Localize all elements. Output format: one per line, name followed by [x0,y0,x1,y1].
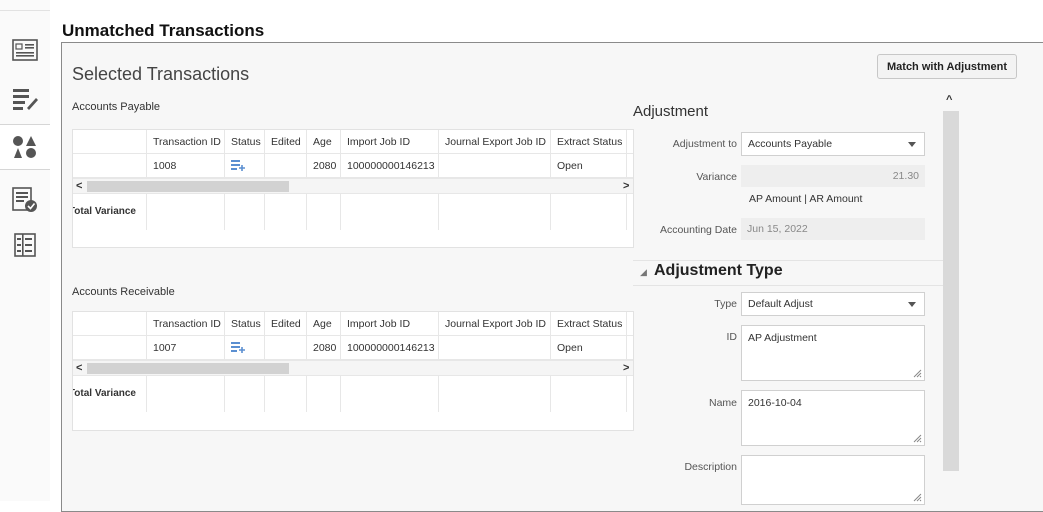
adjustment-type-heading[interactable]: Adjustment Type [654,262,783,280]
scroll-left-icon[interactable]: < [76,361,82,376]
selected-transactions-title: Selected Transactions [72,64,250,84]
import-job-id-cell: 100000000146213 [341,336,439,359]
age-cell: 2080 [307,154,341,177]
edited-cell [265,154,307,177]
name-label: Name [708,397,737,409]
transaction-id-cell: 1007 [147,336,225,359]
table-header-row: Transaction ID Status Edited Age Import … [73,130,633,154]
journal-export-job-id-cell [439,336,551,359]
transaction-id-cell: 1008 [147,154,225,177]
chevron-down-icon [908,302,916,307]
status-cell [225,336,265,359]
description-label: Description [684,461,737,473]
horizontal-scrollbar[interactable]: < > [73,360,633,376]
accounts-receivable-table: Transaction ID Status Edited Age Import … [72,311,634,431]
import-job-id-cell: 100000000146213 [341,154,439,177]
table-row[interactable]: 1007 2080 100000000146213 Open ( [73,336,633,360]
side-rail [0,0,50,501]
resize-grip-icon[interactable] [912,368,922,378]
match-with-adjustment-button[interactable]: Match with Adjustment [877,54,1017,79]
status-details-icon[interactable] [231,341,245,354]
col-age[interactable]: Age [307,130,341,153]
accounting-date-value: Jun 15, 2022 [741,218,925,240]
list-tree-icon[interactable] [4,225,46,265]
id-label: ID [726,331,738,343]
page-title: Unmatched Transactions [62,21,265,40]
col-journal-export-job-id[interactable]: Journal Export Job ID [439,312,551,335]
type-label: Type [714,298,737,310]
adjustment-to-select[interactable]: Accounts Payable [741,132,925,156]
col-transaction-id[interactable]: Transaction ID [147,130,225,153]
col-journal-export-job-id[interactable]: Journal Export Job ID [439,130,551,153]
variance-label: Variance [696,171,737,183]
variance-value: 21.30 [741,165,925,187]
accounts-payable-table: Transaction ID Status Edited Age Import … [72,129,634,248]
description-field[interactable] [741,455,925,505]
status-details-icon[interactable] [231,159,245,172]
scroll-thumb[interactable] [87,181,289,192]
accounts-receivable-label: Accounts Receivable [72,286,175,298]
scroll-thumb[interactable] [87,363,289,374]
total-variance-label: Total Variance [73,194,147,230]
status-cell [225,154,265,177]
scroll-right-icon[interactable]: > [623,361,629,376]
resize-grip-icon[interactable] [912,433,922,443]
col-age[interactable]: Age [307,312,341,335]
adjustment-heading: Adjustment [633,103,709,120]
unmatched-transactions-dialog: Selected Transactions Match with Adjustm… [61,42,1043,512]
scroll-left-icon[interactable]: < [76,179,82,194]
horizontal-scrollbar[interactable]: < > [73,178,633,194]
adjustment-to-label: Adjustment to [672,138,737,150]
id-field[interactable]: AP Adjustment [741,325,925,381]
col-extract-status[interactable]: Extract Status [551,312,627,335]
col-transaction-id[interactable]: Transaction ID [147,312,225,335]
name-field[interactable]: 2016-10-04 [741,390,925,446]
total-variance-label: Total Variance [73,376,147,412]
scroll-up-icon[interactable]: ^ [946,94,952,106]
col-status[interactable]: Status [225,130,265,153]
vertical-scrollbar[interactable] [943,111,959,471]
col-import-job-id[interactable]: Import Job ID [341,130,439,153]
type-select[interactable]: Default Adjust [741,292,925,316]
total-variance-row: Total Variance [73,376,633,412]
age-cell: 2080 [307,336,341,359]
collapse-triangle-icon[interactable]: ◢ [640,267,647,278]
col-import-job-id[interactable]: Import Job ID [341,312,439,335]
extract-status-cell: Open [551,336,627,359]
form-icon[interactable] [4,30,46,70]
approved-list-icon[interactable] [4,180,46,220]
accounting-date-label: Accounting Date [659,224,737,236]
col-status[interactable]: Status [225,312,265,335]
col-extract-status[interactable]: Extract Status [551,130,627,153]
chevron-down-icon [908,142,916,147]
variance-formula: AP Amount | AR Amount [749,193,863,205]
edit-list-icon[interactable] [4,79,46,119]
extract-status-cell: Open [551,154,627,177]
accounts-payable-label: Accounts Payable [72,101,161,113]
journal-export-job-id-cell [439,154,551,177]
total-variance-row: Total Variance [73,194,633,230]
col-edited[interactable]: Edited [265,312,307,335]
table-row[interactable]: 1008 2080 100000000146213 Open ( [73,154,633,178]
col-edited[interactable]: Edited [265,130,307,153]
edited-cell [265,336,307,359]
table-header-row: Transaction ID Status Edited Age Import … [73,312,633,336]
shapes-icon[interactable] [0,124,50,170]
